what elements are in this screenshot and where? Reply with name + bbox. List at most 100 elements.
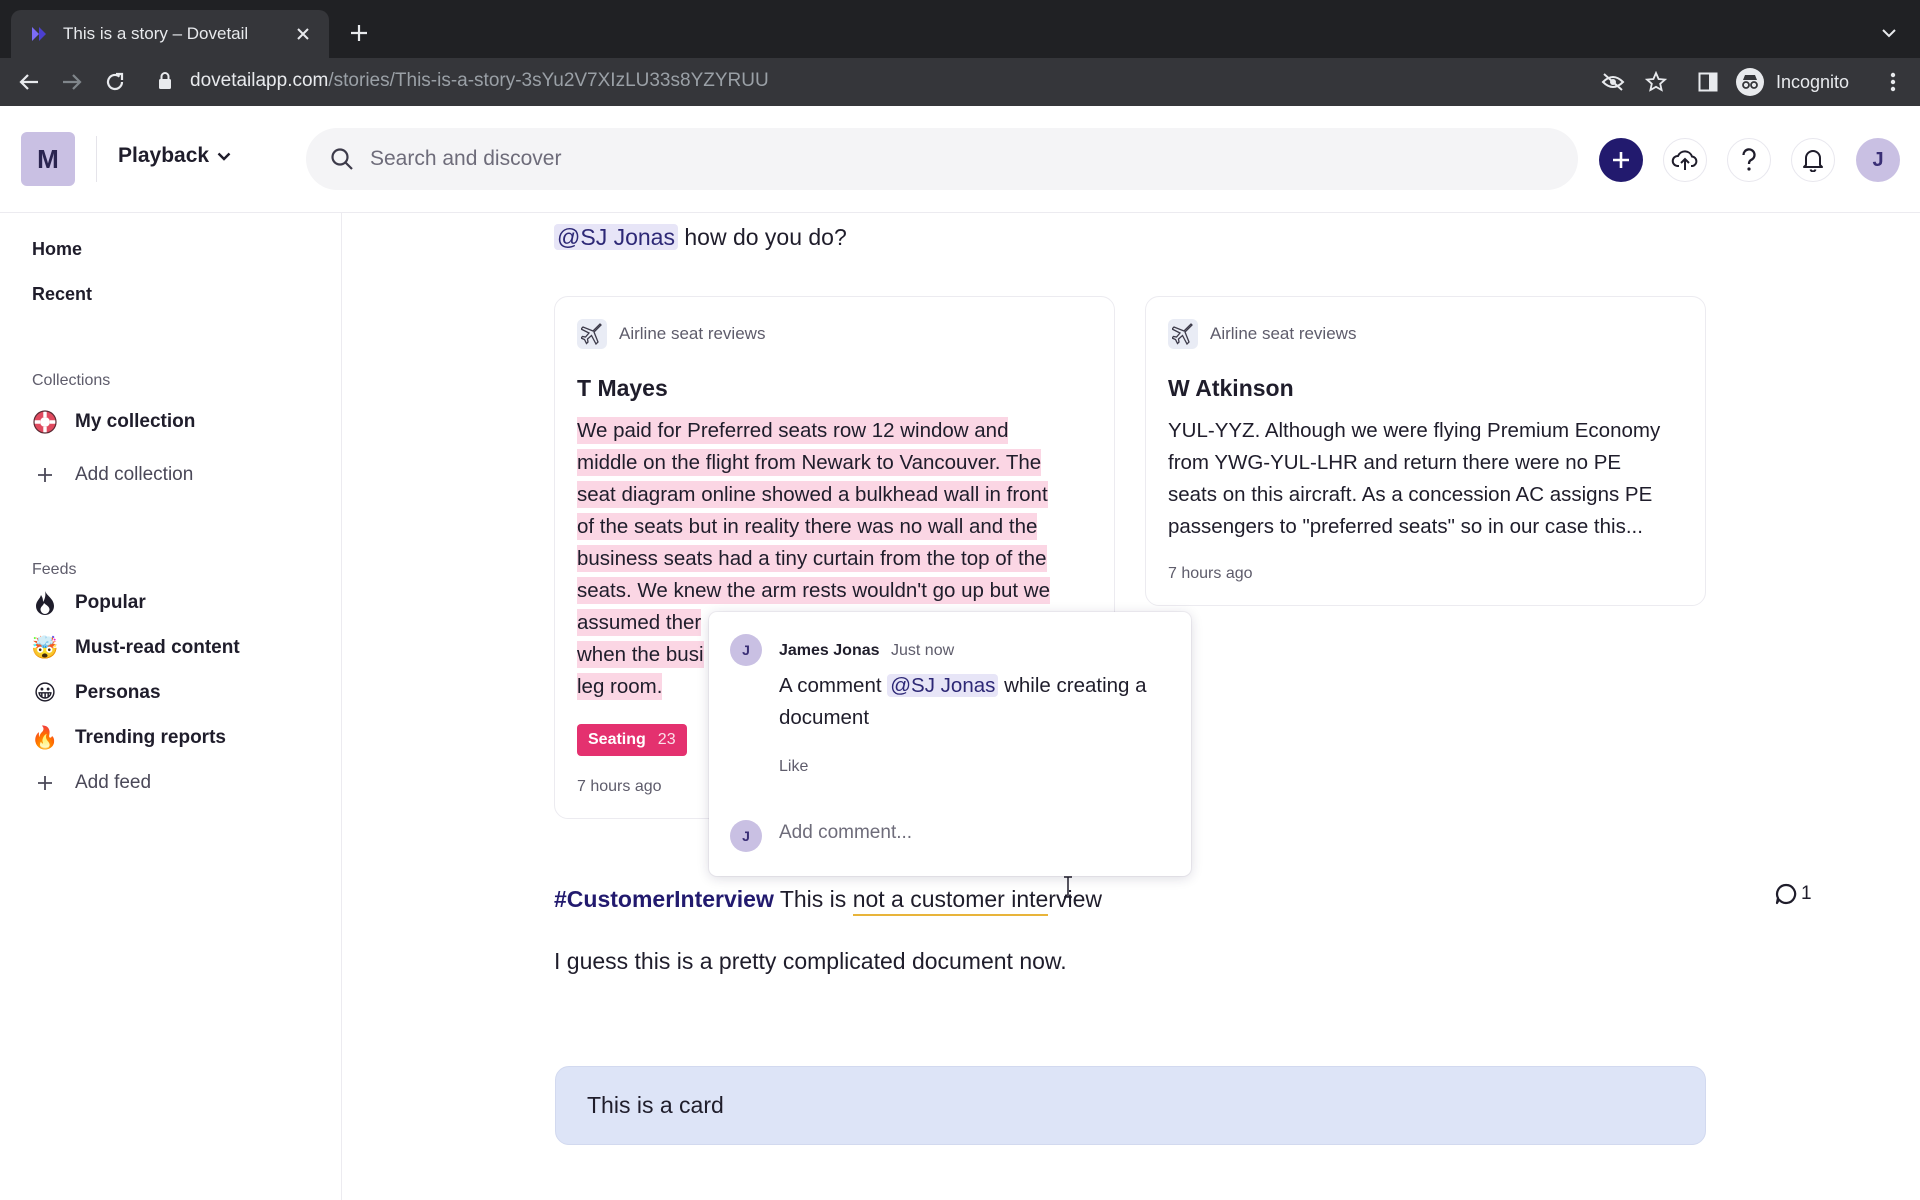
sidebar-item-label: Personas — [75, 682, 161, 703]
dovetail-favicon-icon — [29, 24, 49, 44]
card-source-label: Airline seat reviews — [619, 324, 766, 343]
fire-emoji-icon: 🔥 — [31, 725, 59, 750]
address-bar[interactable]: dovetailapp.com/stories/This-is-a-story-… — [190, 70, 769, 92]
highlighted-text: middle on the flight from Newark to Vanc… — [577, 449, 1042, 476]
sidebar-item-trending-reports[interactable]: 🔥 Trending reports — [31, 723, 226, 753]
feeds-heading: Feeds — [32, 561, 77, 578]
lock-icon[interactable] — [158, 71, 172, 91]
story-card-block[interactable]: This is a card — [555, 1066, 1706, 1145]
card-source[interactable]: Airline seat reviews — [577, 319, 765, 349]
story-heading-line[interactable]: #CustomerInterview This is not a custome… — [554, 886, 1102, 916]
notifications-button[interactable] — [1791, 138, 1835, 182]
help-button[interactable] — [1727, 138, 1771, 182]
reload-icon[interactable] — [100, 67, 130, 97]
add-comment-input[interactable] — [779, 822, 1159, 844]
comment-text: A comment @SJ Jonas while creating a doc… — [779, 670, 1179, 734]
sidebar-item-my-collection[interactable]: My collection — [32, 407, 195, 437]
current-user-avatar: J — [730, 820, 762, 852]
plus-icon — [32, 770, 58, 796]
highlighted-text: business seats had a tiny curtain from t… — [577, 545, 1047, 572]
add-feed-label: Add feed — [75, 772, 152, 793]
user-mention[interactable]: @SJ Jonas — [554, 224, 678, 250]
story-paragraph[interactable]: I guess this is a pretty complicated doc… — [554, 948, 1067, 975]
cloud-upload-icon — [1671, 149, 1699, 171]
import-button[interactable] — [1663, 138, 1707, 182]
bell-icon — [1802, 148, 1824, 172]
sidebar-item-label: Must-read content — [75, 637, 240, 658]
comment-count: 1 — [1801, 883, 1812, 904]
sidebar: Home Recent Collections My collection Ad… — [0, 213, 342, 1200]
highlighted-text: leg room. — [577, 673, 663, 700]
comment-count-button[interactable]: 1 — [1774, 882, 1812, 906]
hashtag-link[interactable]: #CustomerInterview — [554, 886, 774, 912]
tag-count: 23 — [657, 731, 676, 748]
tag-seating[interactable]: Seating 23 — [577, 724, 687, 756]
airplane-icon — [577, 319, 607, 349]
side-panel-icon[interactable] — [1695, 69, 1721, 95]
incognito-label: Incognito — [1776, 71, 1850, 92]
flame-icon — [32, 590, 58, 616]
card-body-line: YUL-YYZ. Although we were flying Premium… — [1168, 419, 1661, 442]
card-title: T Mayes — [577, 375, 668, 401]
card-body-line: from YWG-YUL-LHR and return there were n… — [1168, 451, 1622, 474]
close-tab-icon[interactable] — [291, 22, 315, 46]
sidebar-item-label: Popular — [75, 592, 146, 613]
tab-search-chevron-icon[interactable] — [1876, 20, 1902, 46]
card-body-line: seats on this aircraft. As a concession … — [1168, 483, 1653, 506]
sidebar-item-popular[interactable]: Popular — [32, 588, 146, 618]
search-input[interactable] — [370, 147, 1270, 171]
highlighted-text: of the seats but in reality there was no… — [577, 513, 1038, 540]
user-mention[interactable]: @SJ Jonas — [887, 674, 999, 697]
workspace-avatar[interactable]: M — [21, 132, 75, 186]
like-button[interactable]: Like — [779, 758, 808, 776]
incognito-icon — [1736, 68, 1764, 96]
sidebar-item-label: My collection — [75, 411, 196, 432]
story-text: rview — [1048, 886, 1102, 912]
search-icon — [330, 147, 354, 171]
sidebar-item-label: Trending reports — [75, 727, 226, 748]
incognito-indicator[interactable]: Incognito — [1736, 67, 1849, 97]
forward-arrow-icon[interactable] — [57, 67, 87, 97]
user-avatar[interactable]: J — [1856, 138, 1900, 182]
back-arrow-icon[interactable] — [14, 67, 44, 97]
add-collection-button[interactable]: Add collection — [32, 460, 193, 490]
comment-popover: J James Jonas Just now A comment @SJ Jon… — [709, 612, 1191, 876]
search-bar[interactable] — [306, 128, 1578, 190]
eye-off-icon[interactable] — [1600, 69, 1626, 95]
sidebar-item-must-read-content[interactable]: 🤯 Must-read content — [31, 633, 240, 663]
text-cursor-icon — [1062, 876, 1074, 898]
comment-text-part: A comment — [779, 674, 888, 697]
plus-icon — [32, 462, 58, 488]
workspace-switcher[interactable]: Playback — [118, 144, 231, 168]
highlighted-text: when the busi — [577, 641, 704, 668]
sidebar-item-personas[interactable]: 😀 Personas — [32, 678, 161, 708]
card-source[interactable]: Airline seat reviews — [1168, 319, 1356, 349]
commented-text[interactable]: not a customer inte — [852, 886, 1049, 916]
lifebuoy-icon — [32, 409, 58, 435]
card-block-text: This is a card — [587, 1092, 724, 1118]
browser-toolbar: dovetailapp.com/stories/This-is-a-story-… — [0, 58, 1920, 106]
sidebar-item-recent[interactable]: Recent — [32, 284, 92, 305]
browser-menu-icon[interactable] — [1880, 69, 1906, 95]
highlighted-text: assumed ther — [577, 609, 702, 636]
create-new-button[interactable] — [1599, 138, 1643, 182]
url-domain: dovetailapp.com — [190, 70, 329, 91]
highlighted-text: seat diagram online showed a bulkhead wa… — [577, 481, 1048, 508]
comment-author[interactable]: James Jonas — [779, 642, 880, 660]
story-text-line[interactable]: @SJ Jonas how do you do? — [554, 224, 847, 251]
highlighted-text: We paid for Preferred seats row 12 windo… — [577, 417, 1009, 444]
comment-bubble-icon — [1774, 882, 1801, 906]
card-timestamp: 7 hours ago — [1168, 565, 1253, 582]
new-tab-icon[interactable] — [344, 18, 374, 48]
highlighted-text: seats. We knew the arm rests wouldn't go… — [577, 577, 1050, 604]
highlight-card-w-atkinson[interactable]: Airline seat reviews W Atkinson YUL-YYZ.… — [1145, 296, 1706, 606]
question-mark-icon — [1741, 148, 1757, 172]
add-feed-button[interactable]: Add feed — [32, 768, 151, 798]
story-text: This is — [773, 886, 853, 912]
airplane-icon — [1168, 319, 1198, 349]
sidebar-item-home[interactable]: Home — [32, 239, 82, 260]
card-body-line: passengers to "preferred seats" so in ou… — [1168, 515, 1643, 538]
bookmark-star-icon[interactable] — [1643, 69, 1669, 95]
browser-tab[interactable]: This is a story – Dovetail — [11, 10, 329, 58]
browser-tab-bar: This is a story – Dovetail — [0, 0, 1920, 58]
